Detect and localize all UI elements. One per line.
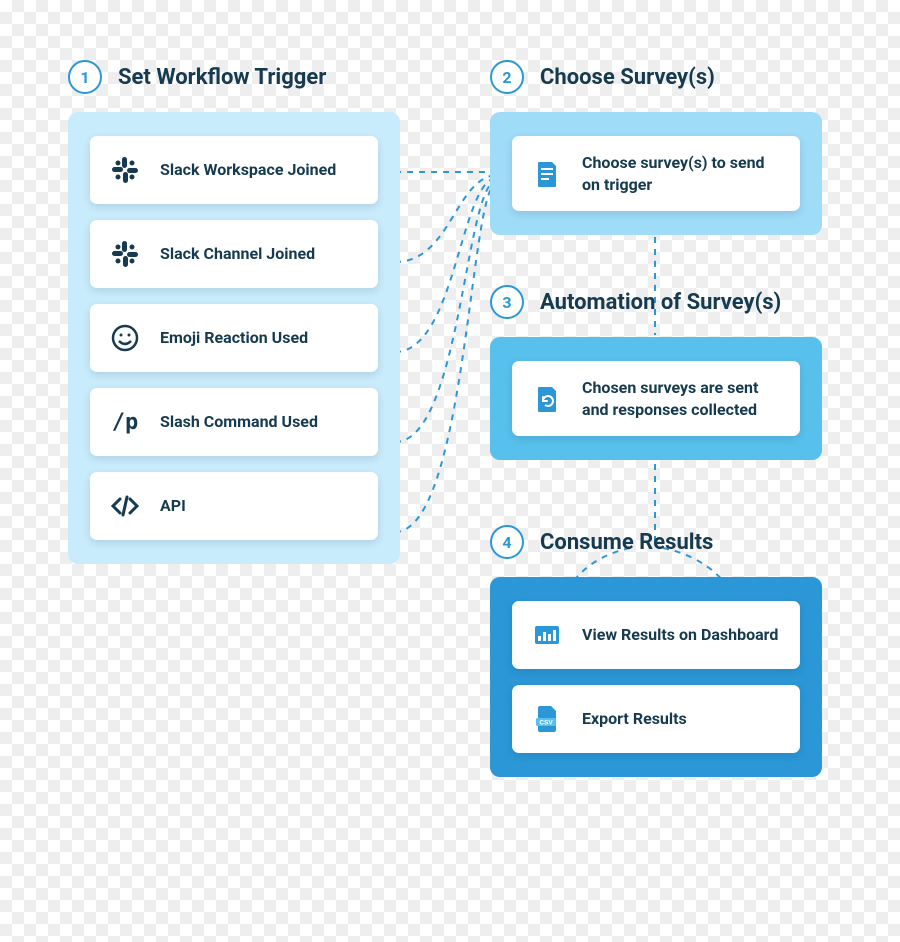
- trigger-label: Emoji Reaction Used: [160, 327, 308, 349]
- panel-triggers: Slack Workspace Joined Slack Channel Joi…: [68, 112, 400, 564]
- choose-survey-label: Choose survey(s) to send on trigger: [582, 152, 782, 195]
- export-results-label: Export Results: [582, 708, 687, 730]
- workflow-diagram: 1 Set Workflow Trigger Slack Workspace J…: [0, 0, 900, 942]
- slack-icon: [108, 237, 142, 271]
- refresh-doc-icon: [530, 382, 564, 416]
- view-dashboard-label: View Results on Dashboard: [582, 624, 778, 646]
- trigger-api[interactable]: API: [90, 472, 378, 540]
- step-header-3: 3 Automation of Survey(s): [490, 285, 781, 319]
- code-icon: [108, 489, 142, 523]
- trigger-label: Slack Workspace Joined: [160, 159, 336, 181]
- automation-card: Chosen surveys are sent and responses co…: [512, 361, 800, 436]
- step-header-1: 1 Set Workflow Trigger: [68, 60, 326, 94]
- automation-label: Chosen surveys are sent and responses co…: [582, 377, 782, 420]
- step-header-4: 4 Consume Results: [490, 525, 713, 559]
- trigger-label: API: [160, 495, 186, 517]
- slash-command-icon: /p: [108, 405, 142, 439]
- panel-automation: Chosen surveys are sent and responses co…: [490, 337, 822, 460]
- export-results-card[interactable]: CSV Export Results: [512, 685, 800, 753]
- step-badge-2: 2: [490, 60, 524, 94]
- smile-icon: [108, 321, 142, 355]
- trigger-slack-channel-joined[interactable]: Slack Channel Joined: [90, 220, 378, 288]
- trigger-slack-workspace-joined[interactable]: Slack Workspace Joined: [90, 136, 378, 204]
- step-badge-3: 3: [490, 285, 524, 319]
- choose-survey-card[interactable]: Choose survey(s) to send on trigger: [512, 136, 800, 211]
- step-title-1: Set Workflow Trigger: [118, 65, 326, 90]
- csv-file-icon: CSV: [530, 702, 564, 736]
- svg-text:CSV: CSV: [539, 720, 553, 727]
- step-badge-1: 1: [68, 60, 102, 94]
- step-title-4: Consume Results: [540, 530, 713, 555]
- step-badge-4: 4: [490, 525, 524, 559]
- panel-results: View Results on Dashboard CSV Export Res…: [490, 577, 822, 777]
- dashboard-icon: [530, 618, 564, 652]
- panel-choose-survey: Choose survey(s) to send on trigger: [490, 112, 822, 235]
- trigger-label: Slack Channel Joined: [160, 243, 315, 265]
- view-dashboard-card[interactable]: View Results on Dashboard: [512, 601, 800, 669]
- list-doc-icon: [530, 157, 564, 191]
- trigger-label: Slash Command Used: [160, 411, 318, 433]
- step-title-3: Automation of Survey(s): [540, 290, 781, 315]
- step-title-2: Choose Survey(s): [540, 65, 715, 90]
- slack-icon: [108, 153, 142, 187]
- step-header-2: 2 Choose Survey(s): [490, 60, 715, 94]
- trigger-slash-command[interactable]: /p Slash Command Used: [90, 388, 378, 456]
- trigger-emoji-reaction[interactable]: Emoji Reaction Used: [90, 304, 378, 372]
